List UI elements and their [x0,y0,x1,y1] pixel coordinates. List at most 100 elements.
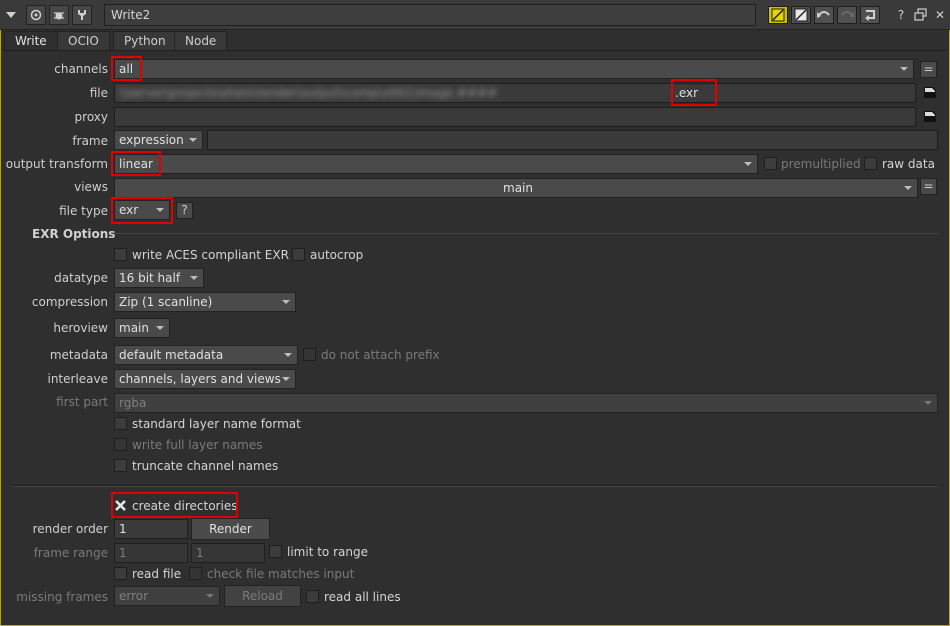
datatype-dropdown[interactable]: 16 bit half [114,268,204,288]
tab-python[interactable]: Python [113,31,177,51]
compression-label: compression [31,295,108,309]
file-input[interactable]: \\server\projects\shots\render\output\co… [114,83,916,103]
undo-icon[interactable] [814,6,834,24]
render-button[interactable]: Render [191,518,270,540]
folder-icon[interactable] [923,85,937,99]
divider [12,486,938,487]
file-type-help-button[interactable]: ? [176,202,193,219]
frame-mode-value: expression [119,133,184,147]
viewer-icon[interactable] [26,5,46,25]
heroview-value: main [119,321,149,335]
write-aces-checkbox[interactable] [114,248,127,261]
file-label: file [89,86,108,100]
tab-node[interactable]: Node [174,31,228,51]
chevron-down-icon [206,594,214,598]
compression-value: Zip (1 scanline) [119,295,213,309]
read-file-checkbox[interactable] [114,567,127,580]
frame-expression-input[interactable] [207,130,938,150]
datatype-label: datatype [54,271,108,285]
no-prefix-label: do not attach prefix [321,348,440,362]
chevron-down-icon [744,162,752,166]
float-icon[interactable] [911,6,931,24]
chevron-down-icon [189,138,197,142]
standard-layer-label: standard layer name format [132,417,301,431]
first-part-value: rgba [119,396,147,410]
write-full-layer-label: write full layer names [132,438,263,452]
bug-icon[interactable] [49,5,69,25]
tab-divider [4,50,946,51]
frame-mode-dropdown[interactable]: expression [114,130,203,150]
check-file-label: check file matches input [207,567,355,581]
render-order-input[interactable]: 1 [114,519,188,539]
read-file-label: read file [132,567,182,581]
tab-write[interactable]: Write [4,31,58,51]
datatype-value: 16 bit half [119,271,181,285]
frame-range-start-input[interactable]: 1 [114,543,188,563]
autocrop-label: autocrop [310,248,364,262]
views-label: views [74,180,108,194]
file-path-blurred: \\server\projects\shots\render\output\co… [119,86,498,100]
output-transform-label: output transform [5,157,108,171]
check-file-checkbox[interactable] [189,567,202,580]
redo-icon [837,6,857,24]
proxy-input[interactable] [114,107,916,127]
render-order-label: render order [32,522,108,536]
wrench-icon[interactable] [72,5,92,25]
first-part-dropdown[interactable]: rgba [114,393,938,413]
raw-data-checkbox[interactable] [864,157,877,170]
close-icon[interactable]: ✕ [930,6,950,24]
frame-range-end-input[interactable]: 1 [191,543,265,563]
output-transform-dropdown[interactable]: linear [114,154,758,174]
channels-dropdown[interactable]: all [114,59,914,79]
write-full-layer-checkbox[interactable] [114,438,127,451]
proxy-label: proxy [74,110,108,124]
missing-frames-dropdown[interactable]: error [114,586,220,606]
limit-to-range-label: limit to range [287,545,368,559]
truncate-label: truncate channel names [132,459,279,473]
highlight-box [671,79,717,106]
premultiplied-label: premultiplied [781,157,861,171]
node-name-field[interactable]: Write2 [104,4,756,26]
chevron-down-icon [190,276,198,280]
views-dropdown[interactable]: main [114,178,918,198]
autocrop-checkbox[interactable] [292,248,305,261]
channels-label: channels [54,62,108,76]
chevron-down-icon [924,401,932,405]
missing-frames-label: missing frames [16,590,108,604]
truncate-checkbox[interactable] [114,459,127,472]
highlight-box [111,492,238,518]
standard-layer-checkbox[interactable] [114,417,127,430]
read-all-lines-checkbox[interactable] [306,590,319,603]
missing-frames-value: error [119,589,149,603]
collapse-icon[interactable] [4,8,18,22]
views-eq-button[interactable]: = [920,178,937,195]
heroview-label: heroview [53,321,108,335]
interleave-label: interleave [47,372,108,386]
limit-to-range-checkbox[interactable] [269,545,282,558]
read-all-lines-label: read all lines [324,590,401,604]
write-aces-label: write ACES compliant EXR [132,248,289,262]
metadata-dropdown[interactable]: default metadata [114,345,298,365]
chevron-down-icon [156,326,164,330]
frame-label: frame [72,134,108,148]
reload-button[interactable]: Reload [224,585,301,607]
premultiplied-checkbox[interactable] [764,157,777,170]
color-swatch-2-icon[interactable] [791,6,811,24]
compression-dropdown[interactable]: Zip (1 scanline) [114,292,296,312]
first-part-label: first part [56,395,108,409]
help-icon[interactable]: ? [891,6,911,24]
chevron-down-icon [282,377,290,381]
heroview-dropdown[interactable]: main [114,318,170,338]
highlight-box [111,151,161,176]
interleave-dropdown[interactable]: channels, layers and views [114,369,296,389]
exr-options-header: EXR Options [32,227,116,241]
tab-ocio[interactable]: OCIO [57,31,110,51]
folder-icon[interactable] [923,109,937,123]
no-prefix-checkbox[interactable] [303,348,316,361]
color-swatch-icon[interactable] [768,6,788,24]
revert-icon[interactable] [860,6,880,24]
channels-eq-button[interactable]: = [920,61,937,78]
views-value: main [503,181,533,195]
metadata-value: default metadata [119,348,224,362]
chevron-down-icon [904,186,912,190]
